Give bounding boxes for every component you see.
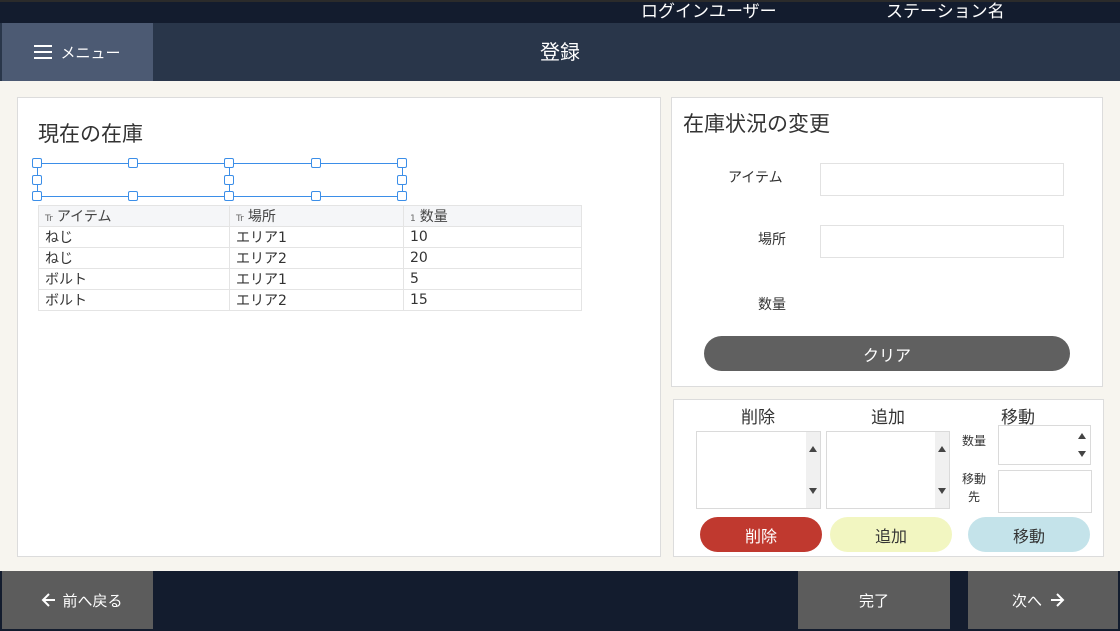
increment-icon[interactable]	[1078, 433, 1086, 439]
qty-field-label: 数量	[758, 297, 786, 313]
resize-handle[interactable]	[128, 158, 138, 168]
column-header-qty[interactable]: 1 数量	[403, 205, 582, 227]
resize-handle[interactable]	[397, 191, 407, 201]
scroll-up-icon[interactable]	[809, 446, 817, 452]
inventory-table: Tr アイテム Tr 場所 1 数量 ねじ エリア1 10 ねじ エリア2 20 ボル…	[38, 205, 582, 311]
text-type-icon: Tr	[236, 214, 244, 224]
resize-handle[interactable]	[32, 158, 42, 168]
resize-handle[interactable]	[397, 158, 407, 168]
scroll-down-icon[interactable]	[809, 488, 817, 494]
add-button[interactable]: 追加	[830, 517, 952, 552]
scrollbar[interactable]	[935, 432, 949, 508]
stock-actions-panel: 削除 追加 移動 数量 移動 先 削除 追加 移動	[673, 399, 1104, 557]
text-type-icon: Tr	[45, 214, 53, 224]
column-header-item[interactable]: Tr アイテム	[38, 205, 230, 227]
resize-handle[interactable]	[224, 191, 234, 201]
resize-handle[interactable]	[128, 191, 138, 201]
move-button[interactable]: 移動	[968, 517, 1090, 552]
current-inventory-panel: 現在の在庫 Tr アイテム Tr 場所 1 数量 ねじ エリア1 10 ねじ エ…	[17, 97, 661, 557]
column-label: 場所	[247, 209, 276, 225]
cell-item: ボルト	[38, 289, 230, 311]
table-row[interactable]: ねじ エリア1 10	[38, 226, 582, 248]
next-button[interactable]: 次へ	[968, 571, 1118, 629]
delete-button[interactable]: 削除	[700, 517, 822, 552]
decrement-icon[interactable]	[1078, 451, 1086, 457]
move-destination-input[interactable]	[998, 470, 1092, 513]
table-row[interactable]: ボルト エリア2 15	[38, 289, 582, 311]
footer-bar: 前へ戻る 完了 次へ	[0, 571, 1120, 631]
resize-handle[interactable]	[397, 175, 407, 185]
cell-location: エリア1	[229, 268, 404, 290]
item-field-label: アイテム	[728, 170, 783, 186]
delete-qty-list[interactable]	[696, 431, 821, 509]
add-qty-list[interactable]	[826, 431, 950, 509]
resize-handle[interactable]	[224, 158, 234, 168]
resize-handle[interactable]	[32, 175, 42, 185]
resize-handle[interactable]	[311, 158, 321, 168]
back-label: 前へ戻る	[62, 591, 123, 610]
location-field-label: 場所	[758, 232, 786, 248]
cell-item: ボルト	[38, 268, 230, 290]
column-label: 数量	[419, 209, 448, 225]
selection-frame[interactable]	[37, 163, 403, 197]
next-label: 次へ	[1011, 591, 1042, 610]
add-column-header: 追加	[871, 408, 905, 428]
scroll-up-icon[interactable]	[938, 446, 946, 452]
cell-location: エリア2	[229, 247, 404, 269]
column-header-location[interactable]: Tr 場所	[229, 205, 404, 227]
cell-location: エリア2	[229, 289, 404, 311]
resize-handle[interactable]	[32, 191, 42, 201]
item-input[interactable]	[820, 163, 1064, 196]
back-button[interactable]: 前へ戻る	[2, 571, 153, 629]
column-label: アイテム	[56, 209, 112, 225]
table-header-row: Tr アイテム Tr 場所 1 数量	[38, 205, 582, 227]
move-to-label-2: 先	[968, 490, 981, 504]
cell-qty: 20	[403, 247, 582, 269]
status-change-title: 在庫状況の変更	[683, 112, 830, 136]
move-qty-label: 数量	[962, 434, 987, 448]
cell-location: エリア1	[229, 226, 404, 248]
table-row[interactable]: ねじ エリア2 20	[38, 247, 582, 269]
scrollbar[interactable]	[806, 432, 820, 508]
station-name-label: ステーション名	[886, 2, 1005, 22]
arrow-right-icon	[1051, 593, 1065, 607]
clear-button[interactable]: クリア	[704, 336, 1070, 371]
cell-item: ねじ	[38, 226, 230, 248]
cell-item: ねじ	[38, 247, 230, 269]
login-user-label: ログインユーザー	[641, 2, 777, 22]
menu-label: メニュー	[60, 43, 121, 62]
status-change-panel: 在庫状況の変更 アイテム 場所 数量 クリア	[671, 97, 1103, 387]
hamburger-icon	[34, 45, 53, 59]
menu-button[interactable]: メニュー	[2, 23, 153, 81]
cell-qty: 10	[403, 226, 582, 248]
move-to-label: 移動	[962, 472, 987, 486]
table-row[interactable]: ボルト エリア1 5	[38, 268, 582, 290]
scroll-down-icon[interactable]	[938, 488, 946, 494]
cell-qty: 5	[403, 268, 582, 290]
resize-handle[interactable]	[224, 175, 234, 185]
cell-qty: 15	[403, 289, 582, 311]
number-type-icon: 1	[410, 214, 416, 224]
move-qty-stepper[interactable]	[998, 425, 1091, 465]
inventory-title: 現在の在庫	[38, 122, 143, 146]
done-button[interactable]: 完了	[798, 571, 950, 629]
resize-handle[interactable]	[311, 191, 321, 201]
delete-column-header: 削除	[741, 408, 775, 428]
header-bar: 登録 メニュー	[0, 23, 1120, 81]
arrow-left-icon	[42, 593, 56, 607]
top-bar: ログインユーザー ステーション名	[0, 0, 1120, 23]
location-input[interactable]	[820, 225, 1064, 258]
page-title: 登録	[540, 40, 580, 64]
